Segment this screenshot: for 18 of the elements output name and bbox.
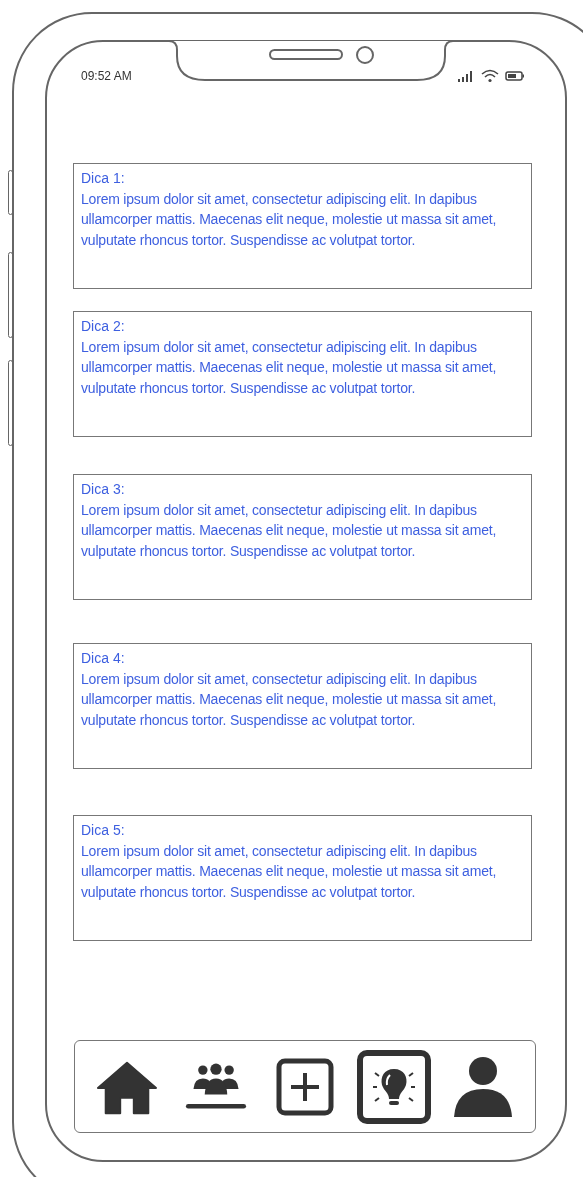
person-icon (451, 1054, 514, 1119)
add-icon (276, 1057, 334, 1116)
battery-icon (505, 70, 525, 82)
tip-text: Lorem ipsum dolor sit amet, consectetur adipiscing elit. In dapibus ullamcorper mattis. Maecenas elit neque, molestie ut massa sit amet, vulputate rhoncus tortor. Suspendisse ac volutpat tortor. (81, 669, 498, 730)
tip-title: Dica 2: (81, 317, 126, 336)
tip-text: Lorem ipsum dolor sit amet, consectetur adipiscing elit. In dapibus ullamcorper mattis. Maecenas elit neque, molestie ut massa sit amet, vulputate rhoncus tortor. Suspendisse ac volutpat tortor. (81, 841, 498, 902)
tip-title: Dica 1: (81, 169, 126, 188)
tip-title: Dica 5: (81, 821, 126, 840)
status-time: 09:52 AM (81, 68, 132, 85)
camera-dot (355, 45, 375, 65)
wifi-icon (481, 69, 499, 83)
tip-text: Lorem ipsum dolor sit amet, consectetur adipiscing elit. In dapibus ullamcorper mattis. Maecenas elit neque, molestie ut massa sit amet, vulputate rhoncus tortor. Suspendisse ac volutpat tortor. (81, 500, 498, 561)
tip-title: Dica 4: (81, 649, 126, 668)
tip-text: Lorem ipsum dolor sit amet, consectetur adipiscing elit. In dapibus ullamcorper mattis. Maecenas elit neque, molestie ut massa sit amet, vulputate rhoncus tortor. Suspendisse ac volutpat tortor. (81, 337, 498, 398)
signal-icon (457, 70, 475, 82)
tip-title: Dica 3: (81, 480, 126, 499)
tip-text: Lorem ipsum dolor sit amet, consectetur adipiscing elit. In dapibus ullamcorper mattis. Maecenas elit neque, molestie ut massa sit amet, vulputate rhoncus tortor. Suspendisse ac volutpat tortor. (81, 189, 498, 250)
nav-tab-selected[interactable] (356, 1049, 431, 1124)
